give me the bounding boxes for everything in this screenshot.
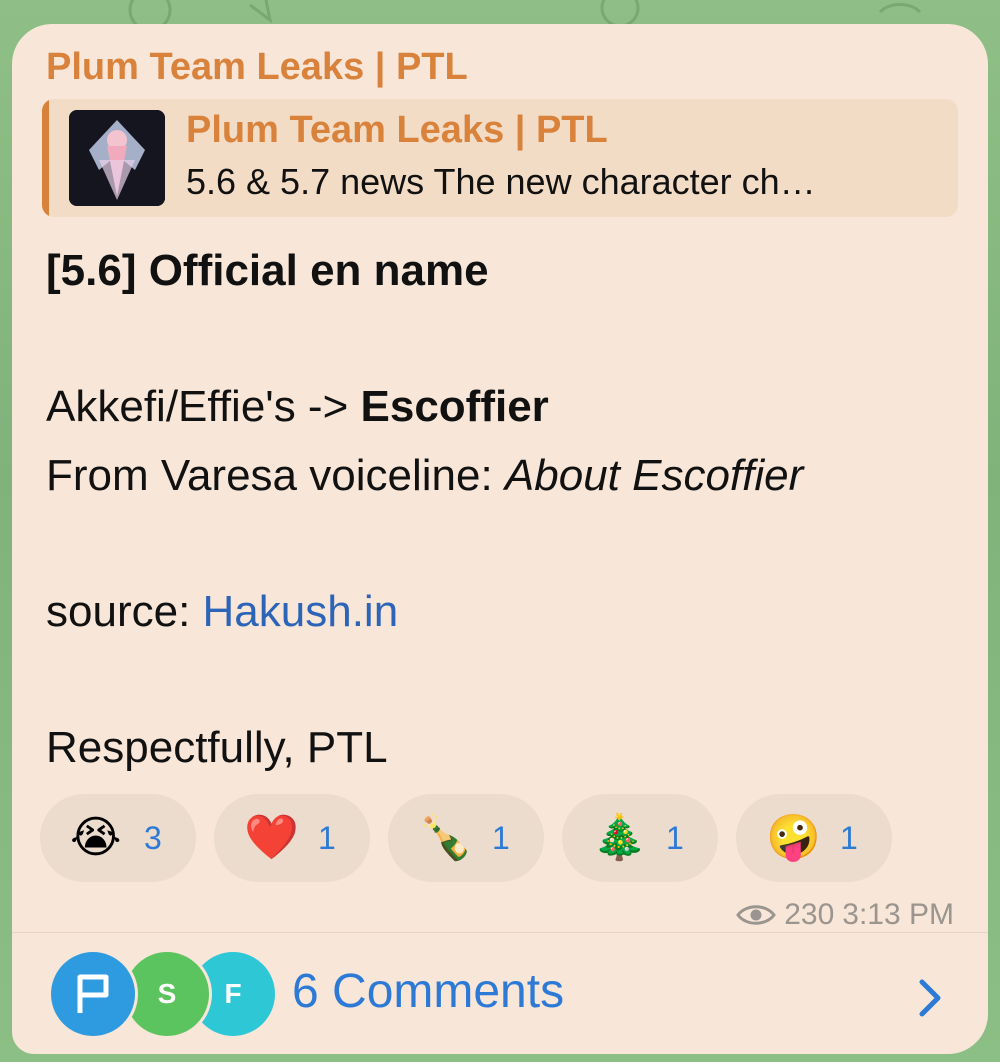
- message-line-name: Akkefi/Effie's -> Escoffier: [46, 382, 549, 432]
- reaction-count: 1: [840, 819, 858, 856]
- comments-link[interactable]: 6 Comments: [292, 964, 564, 1019]
- view-count: 230: [784, 898, 835, 931]
- bubble-tail: [12, 1014, 52, 1054]
- reply-accent-bar: [42, 99, 49, 217]
- commenter-avatars: F S: [48, 949, 278, 1044]
- message-signature: Respectfully, PTL: [46, 723, 388, 772]
- message-source: source: Hakush.in: [46, 587, 398, 637]
- reaction-count: 1: [318, 819, 336, 856]
- flag-icon: [77, 974, 109, 1013]
- reaction-heart[interactable]: ❤️ 1: [214, 794, 370, 882]
- forwarded-from-channel[interactable]: Plum Team Leaks | PTL: [46, 46, 468, 89]
- reaction-champagne[interactable]: 🍾 1: [388, 794, 544, 882]
- reaction-tree[interactable]: 🎄 1: [562, 794, 718, 882]
- reaction-crying[interactable]: 😭 3: [40, 794, 196, 882]
- avatar-letter: F: [224, 978, 242, 1009]
- reply-preview[interactable]: Plum Team Leaks | PTL 5.6 & 5.7 news The…: [42, 99, 958, 217]
- champagne-bottle-icon: 🍾: [418, 812, 473, 863]
- source-prefix: source:: [46, 587, 203, 636]
- reply-snippet: 5.6 & 5.7 news The new character ch…: [186, 161, 816, 202]
- reaction-count: 1: [492, 819, 510, 856]
- comments-divider: [12, 932, 988, 933]
- message-heading: [5.6] Official en name: [46, 246, 489, 295]
- reactions-row: 😭 3 ❤️ 1 🍾 1 🎄 1 🤪 1: [40, 794, 892, 882]
- christmas-tree-icon: 🎄: [592, 812, 647, 863]
- avatar: [48, 949, 138, 1039]
- line2-prefix: From Varesa voiceline:: [46, 451, 505, 500]
- avatar-letter: S: [157, 978, 177, 1009]
- line1-bold: Escoffier: [360, 382, 549, 431]
- message-line-voiceline: From Varesa voiceline: About Escoffier: [46, 451, 803, 501]
- line2-italic: About Escoffier: [504, 451, 804, 500]
- message-time: 3:13 PM: [842, 898, 954, 931]
- message-bubble: Plum Team Leaks | PTL Plum Team Leaks | …: [12, 24, 988, 1054]
- reaction-count: 3: [144, 819, 162, 856]
- chevron-right-icon[interactable]: [912, 974, 948, 1022]
- reply-title: Plum Team Leaks | PTL: [186, 109, 608, 151]
- reply-thumbnail-image: [69, 110, 165, 206]
- red-heart-icon: ❤️: [244, 812, 299, 863]
- zany-face-icon: 🤪: [766, 812, 821, 863]
- message-meta: 230 3:13 PM: [736, 898, 954, 932]
- loudly-crying-face-icon: 😭: [70, 812, 122, 863]
- reaction-zany[interactable]: 🤪 1: [736, 794, 892, 882]
- line1-prefix: Akkefi/Effie's ->: [46, 382, 361, 431]
- source-link[interactable]: Hakush.in: [203, 587, 399, 636]
- eye-icon: [736, 905, 777, 925]
- reaction-count: 1: [666, 819, 684, 856]
